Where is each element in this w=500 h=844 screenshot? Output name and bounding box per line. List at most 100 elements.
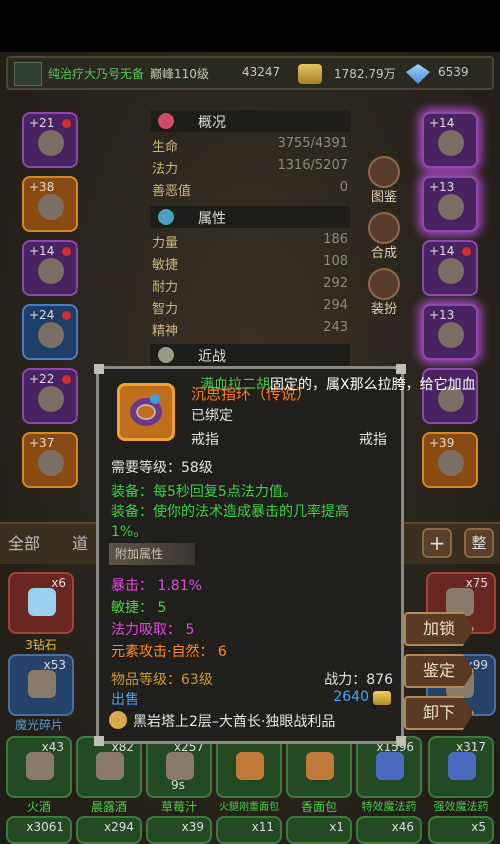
player-name: 纯治疗大乃号无备 [48,67,145,81]
shoulder-icon [38,258,64,284]
item-name: 火酒 [26,800,51,814]
gem-icon [462,247,471,256]
drink-icon [26,752,54,780]
equip-slot-trinket[interactable]: +39 [422,432,478,488]
equip-slot-chest[interactable]: +22 [22,368,78,424]
synthesis-icon [368,212,400,244]
chest-icon [38,386,64,412]
tab-props[interactable]: 道 [72,530,88,558]
player-avatar[interactable] [14,62,42,86]
identify-button[interactable]: 鉴定 [404,654,474,688]
synthesis-button[interactable]: 合成 [366,212,402,262]
equip-slot-neck[interactable]: +38 [22,176,78,232]
item-name: 魔光碎片 [14,718,63,732]
inventory-cell[interactable]: x39 [146,816,212,844]
codex-button[interactable]: 图鉴 [366,156,402,206]
stat-label: 精神 [152,324,179,339]
enhance-level: +14 [429,244,455,258]
cooldown-timer: 9s [171,778,185,792]
inventory-cell[interactable]: x3061 [6,816,72,844]
equip-slot-legs[interactable]: +14 [422,240,478,296]
stat-label: 力量 [152,236,179,251]
lock-button[interactable]: 加锁 [404,612,474,646]
legs-icon [438,258,464,284]
enhance-level: +24 [29,308,55,322]
stat-label: 智力 [152,302,179,317]
enhance-level: +21 [29,116,55,130]
stat-value: 243 [323,320,348,335]
attributes-header: 属性 [150,206,350,228]
status-bar: 纯治疗大乃号无备 巅峰110级 43247 1782.79万 6539 [6,56,494,90]
stat-intellect: 智力 294 [150,298,350,317]
bind-status: 已绑定 [191,408,233,424]
item-name: 火腿刚重面包 [219,802,279,813]
stat-value: 0 [339,180,348,195]
item-source: 黑岩塔上2层–大酋长·独眼战利品 [133,714,336,730]
potion-icon [448,752,476,780]
melee-title: 近战 [198,349,226,365]
tab-all[interactable]: 全部 [8,530,40,558]
equip-effect-crit: 装备：使你的法术造成暴击的几率提高 [111,504,349,520]
inventory-cell[interactable]: x317 [428,736,494,798]
sword-icon [158,347,174,363]
inventory-cell[interactable]: x43 [6,736,72,798]
stat-life: 生命 3755/4391 [150,136,350,155]
codex-label: 图鉴 [370,190,397,205]
bonus-attributes-title: 附加属性 [115,547,164,561]
tooltip-corner [396,736,406,746]
item-count: x5 [471,820,486,834]
item-slot: 戒指 [359,432,387,448]
bread-icon [236,752,264,780]
item-tooltip: 沉思指环（传说） 已绑定 戒指 戒指 需要等级：58级 装备：每5秒回复5点法力… [94,364,406,746]
gem-icon [62,375,71,384]
stat-label: 法力 [152,162,179,177]
gold-coin-icon [373,691,391,705]
item-name: 3钻石 [25,638,57,652]
notice-player-name: 满血拉二胡 [200,377,270,393]
attr-crit: 暴击： 1.81% [111,575,202,595]
equip-effect-mana: 装备：每5秒回复5点法力值。 [111,484,297,500]
enhance-level: +14 [29,244,55,258]
add-button[interactable]: + [422,528,452,558]
drink-icon [96,752,124,780]
person-icon [158,209,174,225]
stat-value: 108 [323,254,348,269]
inventory-cell[interactable]: x5 [428,816,494,844]
sort-button[interactable]: 整 [464,528,494,558]
item-name: 草莓汁 [160,800,197,814]
unequip-button[interactable]: 卸下 [404,696,474,730]
scrolling-notice: 满血拉二胡固定的，属X那么拉胯，给它加血 [200,374,476,394]
inventory-cell[interactable]: x82 [76,736,142,798]
inventory-cell[interactable]: x294 [76,816,142,844]
item-count: x3061 [26,820,64,834]
stat-value: 292 [323,276,348,291]
equip-slot-shoulder[interactable]: +14 [22,240,78,296]
outfit-button[interactable]: 装扮 [366,268,402,318]
inventory-cell[interactable]: x1596 [356,736,422,798]
stat-value: 186 [323,232,348,247]
equip-slot-waist[interactable]: +13 [422,176,478,232]
stat-mana: 法力 1316/5207 [150,158,350,177]
equip-slot-wrist[interactable]: +37 [22,432,78,488]
inventory-cell[interactable] [286,736,352,798]
equip-slot-hands[interactable]: +14 [422,112,478,168]
attributes-title: 属性 [198,211,226,227]
inventory-cell[interactable]: x53 [8,654,74,716]
attr-label: 元素攻击·自然： [111,644,214,660]
tooltip-corner [94,736,104,746]
inventory-cell[interactable]: x6 [8,572,74,634]
attr-value: 6 [217,644,227,660]
inventory-cell[interactable]: x1 [286,816,352,844]
inventory-cell[interactable] [216,736,282,798]
equip-slot-head[interactable]: +21 [22,112,78,168]
inventory-cell[interactable]: x46 [356,816,422,844]
overview-title: 概况 [198,115,226,131]
attr-nature: 元素攻击·自然： 6 [111,641,227,661]
enhance-level: +22 [29,372,55,386]
item-count: x294 [103,820,134,834]
inventory-cell[interactable]: x11 [216,816,282,844]
bread-icon [306,752,334,780]
equip-slot-cloak[interactable]: +24 [22,304,78,360]
stats-panel: 概况 生命 3755/4391 法力 1316/5207 善恶值 0 属性 力量 186… [150,110,350,366]
equip-slot-feet[interactable]: +13 [422,304,478,360]
